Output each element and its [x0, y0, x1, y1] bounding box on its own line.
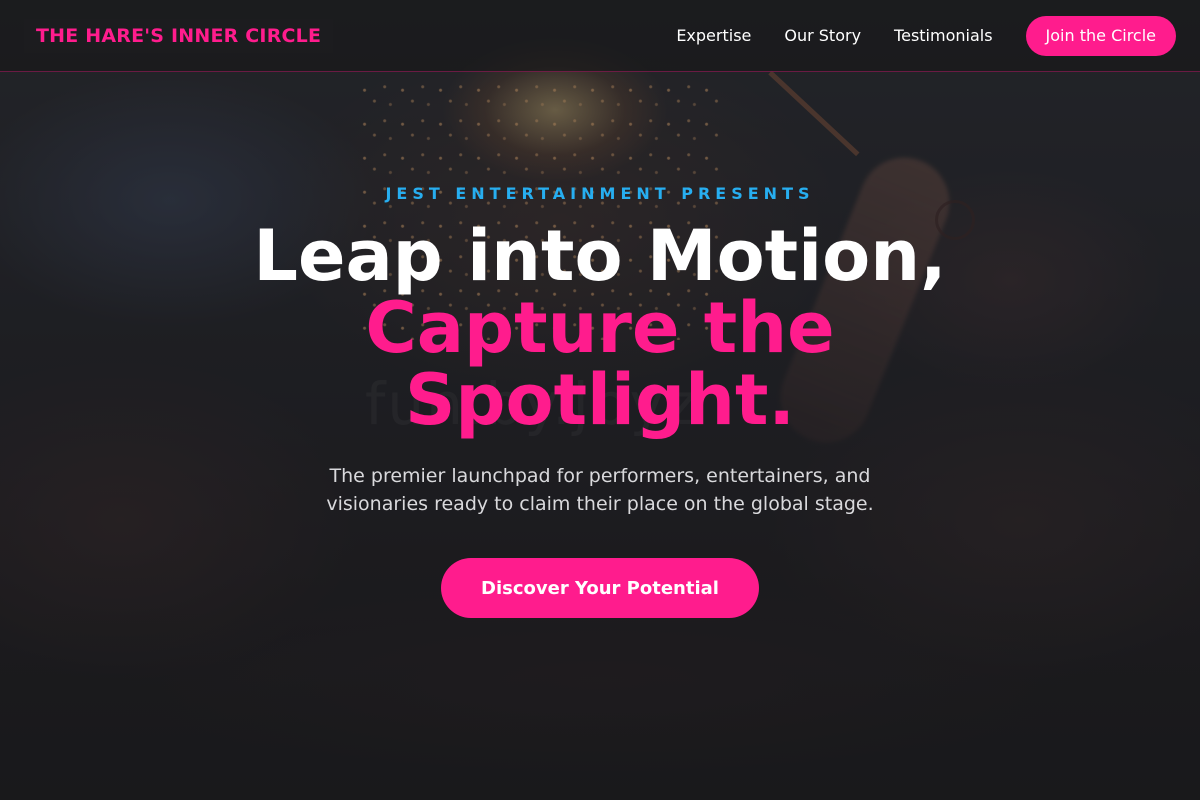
site-logo[interactable]: THE HARE'S INNER CIRCLE [24, 18, 334, 53]
headline-line-3: Spotlight. [404, 359, 796, 441]
discover-potential-button[interactable]: Discover Your Potential [441, 558, 759, 618]
nav-link-our-story[interactable]: Our Story [784, 26, 861, 45]
hero-eyebrow: JEST ENTERTAINMENT PRESENTS [385, 184, 815, 203]
hero-headline: Leap into Motion, Capture the Spotlight. [0, 220, 1200, 436]
hero-subtitle: The premier launchpad for performers, en… [326, 465, 874, 515]
main-nav: Expertise Our Story Testimonials Join th… [643, 15, 1176, 56]
nav-link-testimonials[interactable]: Testimonials [894, 26, 993, 45]
nav-link-expertise[interactable]: Expertise [676, 26, 751, 45]
hero-section: JEST ENTERTAINMENT PRESENTS Leap into Mo… [0, 72, 1200, 800]
headline-line-1: Leap into Motion, [253, 215, 947, 297]
headline-line-2: Capture the [365, 287, 835, 369]
top-navbar: THE HARE'S INNER CIRCLE Expertise Our St… [0, 0, 1200, 72]
join-circle-button[interactable]: Join the Circle [1025, 15, 1176, 56]
